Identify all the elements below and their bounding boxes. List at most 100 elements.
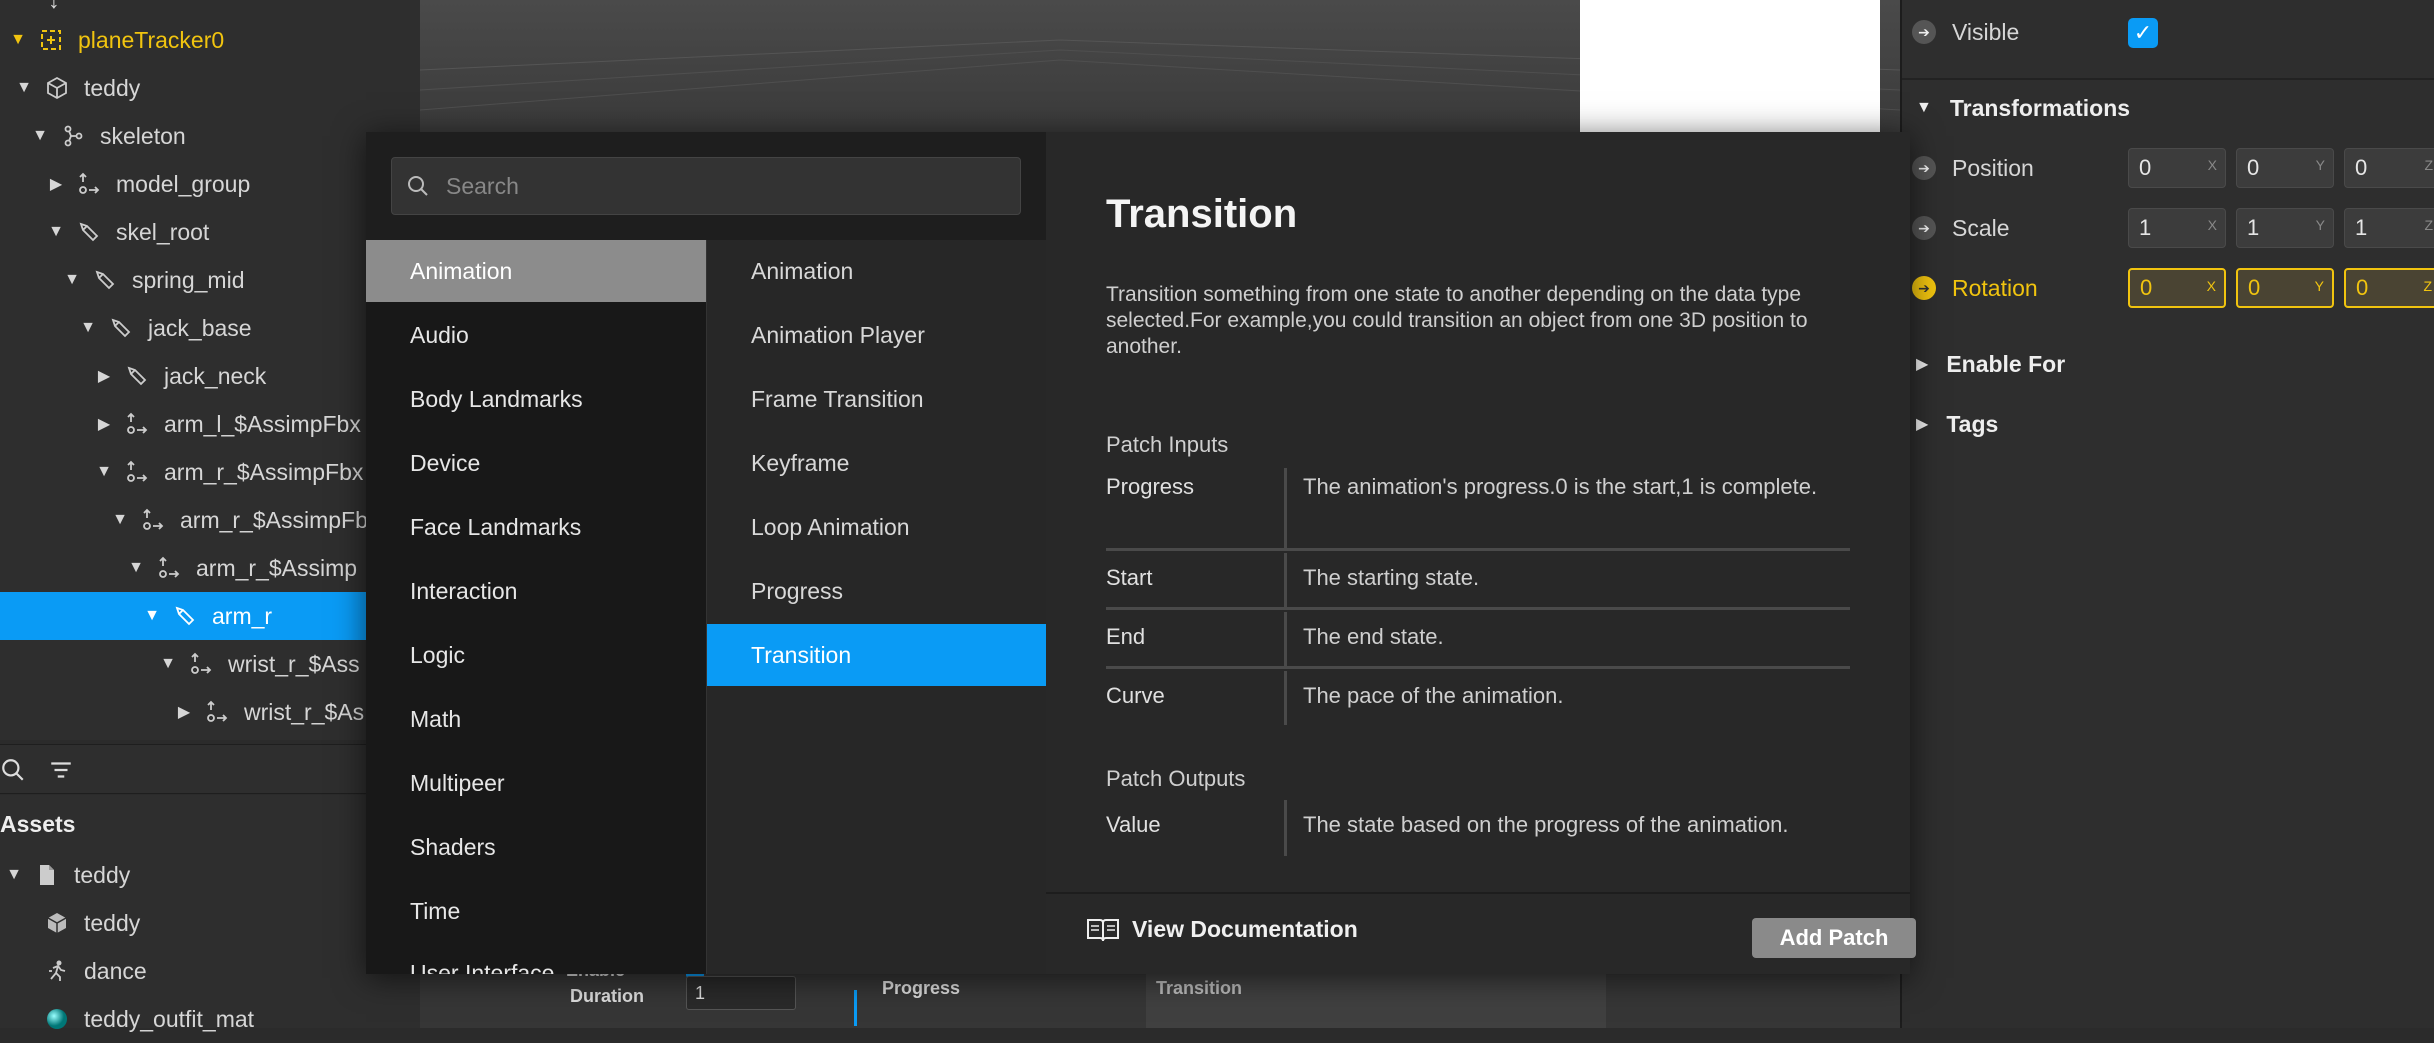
chevron-down-icon[interactable]: ▼: [78, 318, 98, 338]
add-patch-button[interactable]: Add Patch: [1752, 918, 1916, 958]
tree-item-model-group[interactable]: ▶ model_group: [0, 160, 420, 208]
rotation-z-field[interactable]: 0Z: [2344, 268, 2434, 308]
chevron-right-icon[interactable]: ▶: [94, 414, 114, 434]
scale-z-field[interactable]: 1Z: [2344, 208, 2434, 248]
chevron-down-icon[interactable]: ▼: [110, 510, 130, 530]
cube-icon: [44, 75, 70, 101]
tags-header[interactable]: ▶ Tags: [1902, 404, 2434, 444]
chevron-down-icon[interactable]: ▼: [142, 606, 162, 626]
output-desc: The state based on the progress of the a…: [1284, 800, 1850, 856]
search-field[interactable]: [391, 157, 1021, 215]
chevron-down-icon[interactable]: ▼: [94, 462, 114, 482]
transformations-header[interactable]: ▼ Transformations: [1902, 88, 2434, 128]
arrow-right-icon[interactable]: ➔: [1912, 20, 1936, 44]
rotation-y-field[interactable]: 0Y: [2236, 268, 2334, 308]
chevron-right-icon[interactable]: ▶: [94, 366, 114, 386]
asset-item-teddy-file[interactable]: ▼ teddy: [0, 851, 420, 899]
position-z-field[interactable]: 0Z: [2344, 148, 2434, 188]
chevron-right-icon[interactable]: ▶: [1916, 414, 1928, 434]
chevron-right-icon[interactable]: ▶: [1916, 354, 1928, 374]
search-icon: [406, 174, 430, 198]
null-object-icon: [76, 171, 102, 197]
asset-item-dance[interactable]: dance: [0, 947, 420, 995]
scale-y-field[interactable]: 1Y: [2236, 208, 2334, 248]
tree-item-skeleton[interactable]: ▼ skeleton: [0, 112, 420, 160]
tree-item-arm-r-3[interactable]: ▼ arm_r_$Assimp: [0, 544, 420, 592]
patch-item-transition[interactable]: Transition: [707, 624, 1047, 686]
view-documentation-link[interactable]: View Documentation: [1086, 916, 1358, 943]
chevron-down-icon[interactable]: ▼: [14, 78, 34, 98]
asset-item-material[interactable]: teddy_outfit_mat: [0, 995, 420, 1043]
tree-item-arm-r-2[interactable]: ▼ arm_r_$AssimpFb: [0, 496, 420, 544]
category-item-body-landmarks[interactable]: Body Landmarks: [366, 368, 706, 430]
transition-node[interactable]: Transition: [1146, 972, 1606, 1028]
rotation-z-value: 0: [2356, 275, 2369, 300]
category-item-interaction[interactable]: Interaction: [366, 560, 706, 622]
chevron-down-icon[interactable]: ▼: [1916, 99, 1932, 117]
category-item-multipeer[interactable]: Multipeer: [366, 752, 706, 814]
search-icon[interactable]: [0, 757, 26, 788]
chevron-right-icon[interactable]: ▶: [46, 174, 66, 194]
input-desc: The animation's progress.0 is the start,…: [1284, 468, 1850, 548]
patch-item-keyframe[interactable]: Keyframe: [707, 432, 1047, 494]
chevron-down-icon[interactable]: ▼: [30, 126, 50, 146]
enable-for-header[interactable]: ▶ Enable For: [1902, 344, 2434, 384]
plane-tracker-icon: [38, 27, 64, 53]
book-icon: [1086, 917, 1120, 943]
visible-checkbox[interactable]: ✓: [2128, 18, 2158, 48]
tree-item-spring-mid[interactable]: ▼ spring_mid: [0, 256, 420, 304]
chevron-down-icon[interactable]: ▼: [126, 558, 146, 578]
tree-item-arm-l[interactable]: ▶ arm_l_$AssimpFbx: [0, 400, 420, 448]
enable-for-label: Enable For: [1946, 350, 2066, 377]
arrow-right-icon[interactable]: ➔: [1912, 156, 1936, 180]
output-row-value: Value The state based on the progress of…: [1106, 800, 1850, 856]
tree-item-arm-r-bone[interactable]: ▼ arm_r: [0, 592, 420, 640]
scale-label: Scale: [1952, 214, 2010, 241]
asset-item-teddy-model[interactable]: teddy: [0, 899, 420, 947]
null-object-icon: [124, 459, 150, 485]
chevron-right-icon[interactable]: ▶: [174, 702, 194, 722]
rotation-x-field[interactable]: 0X: [2128, 268, 2226, 308]
category-item-user-interface[interactable]: User Interface: [366, 942, 706, 975]
patch-item-animation[interactable]: Animation: [707, 240, 1047, 302]
tree-item-skel-root[interactable]: ▼ skel_root: [0, 208, 420, 256]
tree-item-arm-r[interactable]: ▼ arm_r_$AssimpFbx: [0, 448, 420, 496]
asset-item-label: dance: [84, 957, 147, 984]
tree-item-teddy[interactable]: ▼ teddy: [0, 64, 420, 112]
divider: [1902, 78, 2434, 80]
category-item-audio[interactable]: Audio: [366, 304, 706, 366]
chevron-down-icon[interactable]: ▼: [158, 654, 178, 674]
filter-icon[interactable]: [48, 757, 74, 788]
chevron-down-icon[interactable]: ▼: [4, 865, 24, 885]
category-item-shaders[interactable]: Shaders: [366, 816, 706, 878]
arrow-right-icon[interactable]: ➔: [1912, 276, 1936, 300]
search-input[interactable]: [446, 172, 1006, 200]
tree-item-wrist-r-2[interactable]: ▶ wrist_r_$As: [0, 688, 420, 736]
chevron-down-icon[interactable]: ▼: [8, 30, 28, 50]
tree-item-jack-base[interactable]: ▼ jack_base: [0, 304, 420, 352]
category-item-logic[interactable]: Logic: [366, 624, 706, 686]
category-item-math[interactable]: Math: [366, 688, 706, 750]
dialog-footer: View Documentation Add Patch: [1046, 892, 1916, 974]
category-item-time[interactable]: Time: [366, 880, 706, 942]
patch-item-progress[interactable]: Progress: [707, 560, 1047, 622]
patch-item-frame-transition[interactable]: Frame Transition: [707, 368, 1047, 430]
category-item-face-landmarks[interactable]: Face Landmarks: [366, 496, 706, 558]
tree-item-planetracker[interactable]: ▼ planeTracker0: [0, 16, 420, 64]
category-item-animation[interactable]: Animation: [366, 240, 706, 302]
chevron-down-icon[interactable]: ▼: [62, 270, 82, 290]
patch-editor[interactable]: Enable Duration 1 Progress Transition: [420, 960, 1900, 1028]
category-item-device[interactable]: Device: [366, 432, 706, 494]
tree-item-wrist-r[interactable]: ▼ wrist_r_$Ass: [0, 640, 420, 688]
position-y-field[interactable]: 0Y: [2236, 148, 2334, 188]
position-x-field[interactable]: 0X: [2128, 148, 2226, 188]
tree-item-label: model_group: [116, 170, 251, 197]
patch-item-animation-player[interactable]: Animation Player: [707, 304, 1047, 366]
tree-item-jack-neck[interactable]: ▶ jack_neck: [0, 352, 420, 400]
duration-input[interactable]: 1: [686, 976, 796, 1010]
chevron-down-icon[interactable]: ▼: [46, 222, 66, 242]
asset-item-label: teddy: [84, 909, 141, 936]
scale-x-field[interactable]: 1X: [2128, 208, 2226, 248]
arrow-right-icon[interactable]: ➔: [1912, 216, 1936, 240]
patch-item-loop-animation[interactable]: Loop Animation: [707, 496, 1047, 558]
